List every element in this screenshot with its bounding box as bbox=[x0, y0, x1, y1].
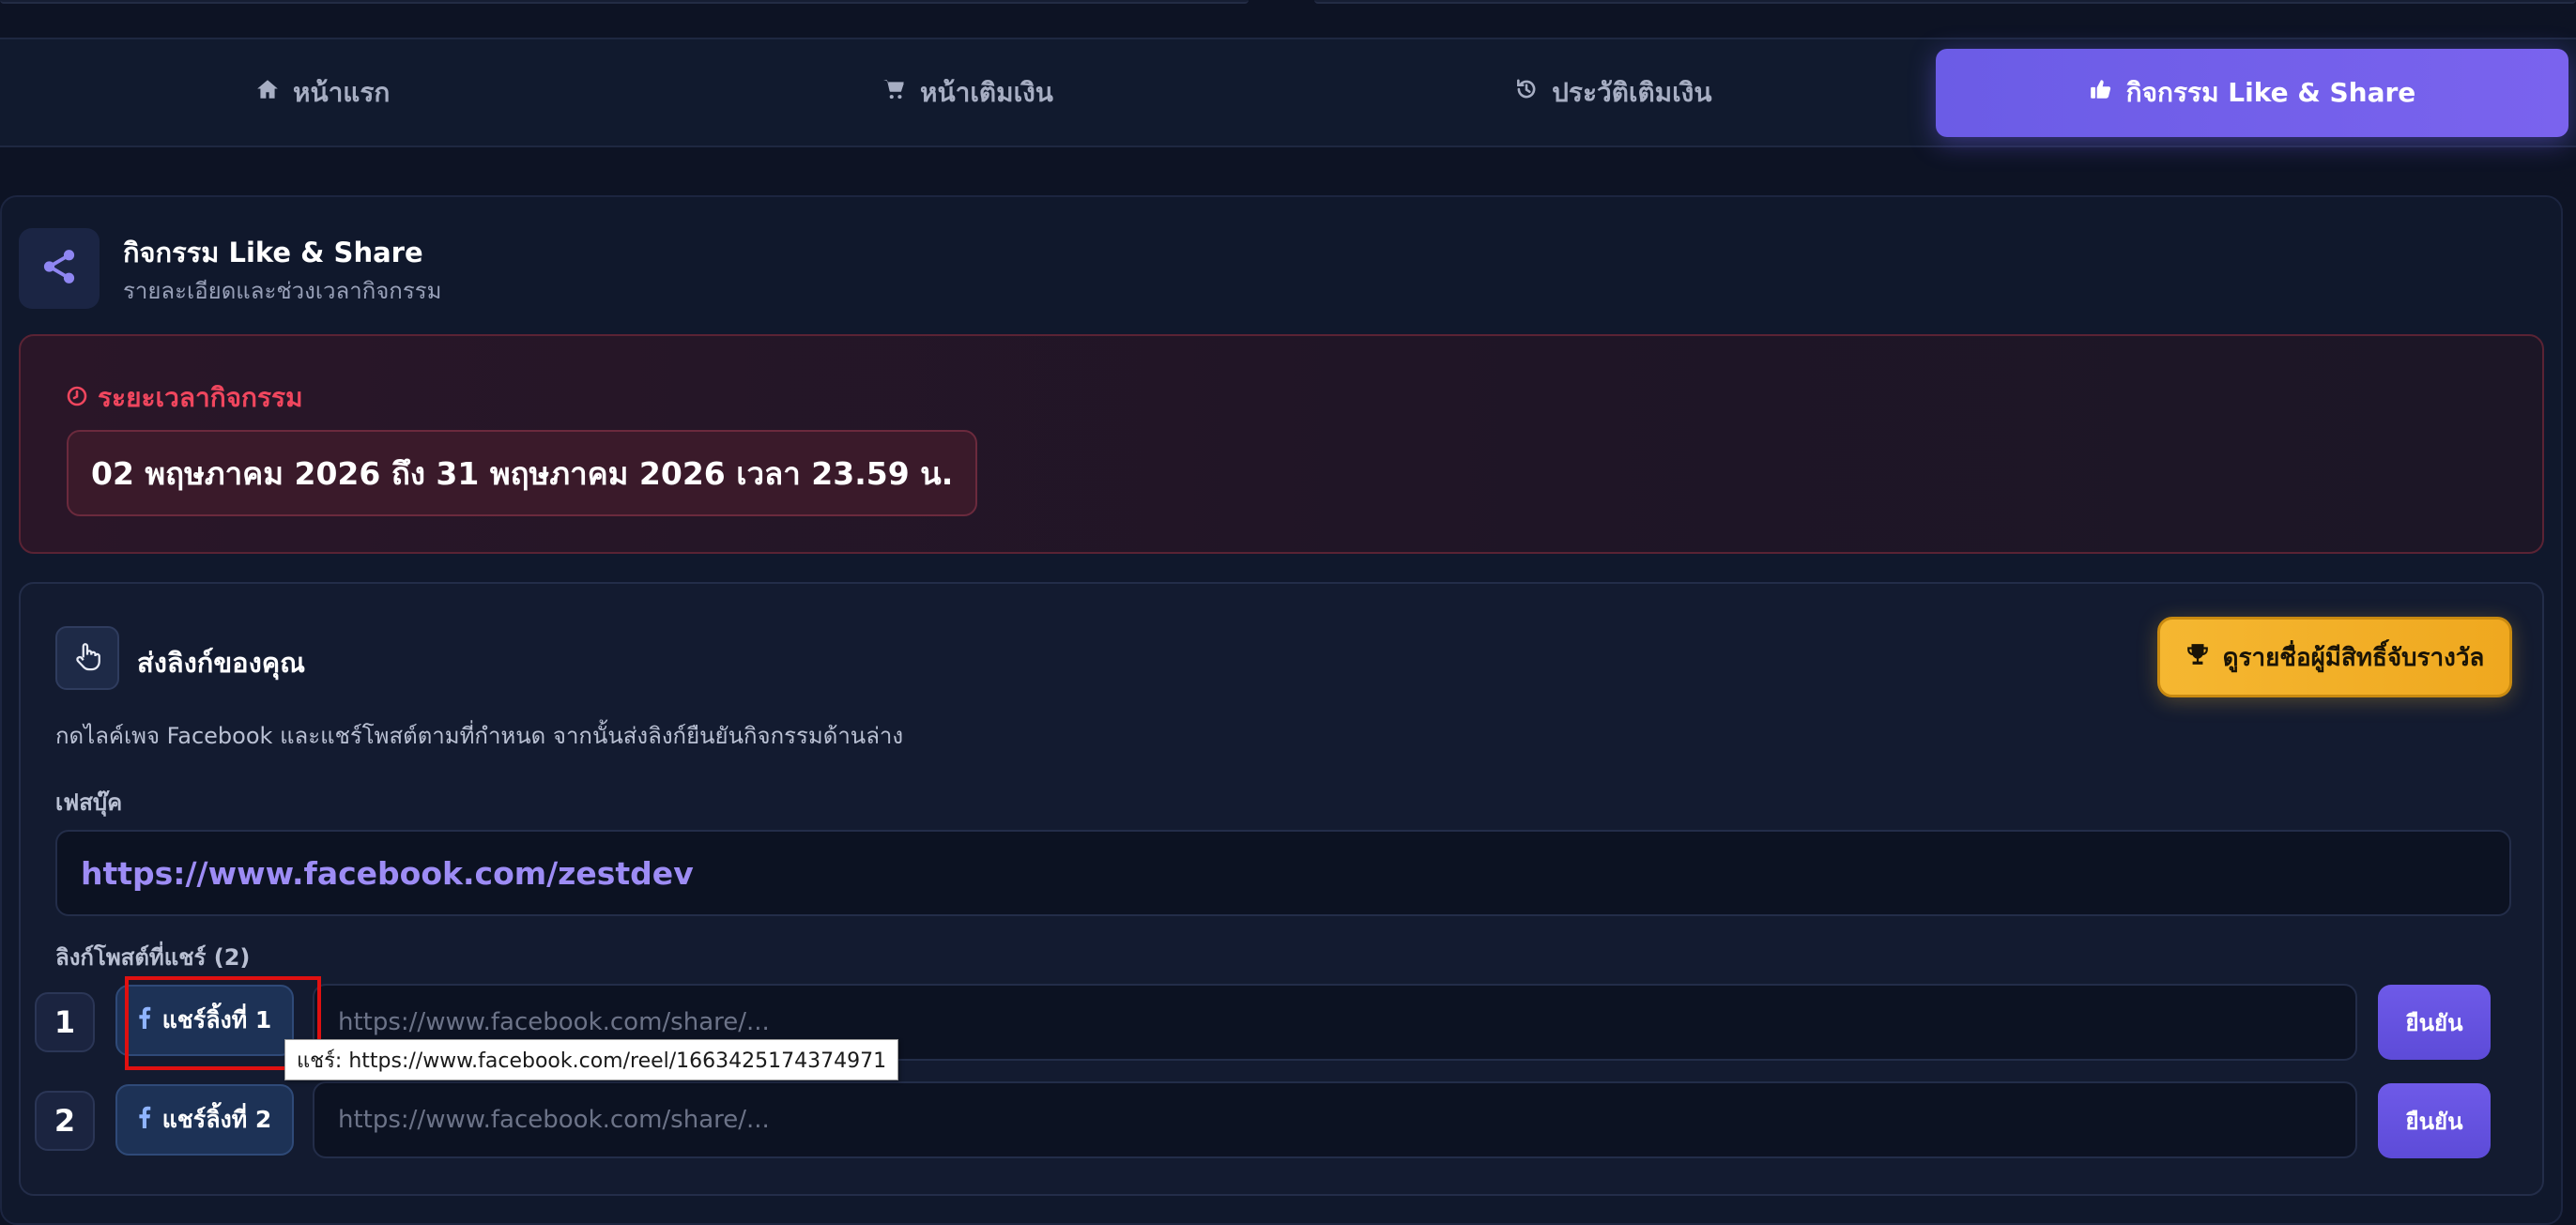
nav-item-label: หน้าแรก bbox=[292, 76, 391, 108]
facebook-icon bbox=[138, 1106, 151, 1134]
top-strip-left bbox=[0, 0, 1249, 4]
period-label: ระยะเวลากิจกรรม bbox=[66, 377, 303, 419]
share-link-tooltip: แชร์: https://www.facebook.com/reel/1663… bbox=[284, 1039, 899, 1080]
nav-item-topup[interactable]: หน้าเติมเงิน bbox=[645, 49, 1290, 137]
top-strip-right bbox=[1314, 0, 2576, 4]
top-strip bbox=[0, 0, 2576, 4]
thumbs-up-icon bbox=[2089, 77, 2113, 108]
share-link-button-2[interactable]: แชร์ลิ้งที่ 2 bbox=[115, 1084, 294, 1156]
facebook-url-field[interactable]: https://www.facebook.com/zestdev bbox=[55, 830, 2511, 916]
page-title: กิจกรรม Like & Share bbox=[123, 237, 423, 268]
nav-item-like-share[interactable]: กิจกรรม Like & Share bbox=[1935, 48, 2568, 137]
card-title: ส่งลิงก์ของคุณ bbox=[137, 647, 306, 679]
confirm-button-2[interactable]: ยืนยัน bbox=[2378, 1083, 2491, 1158]
nav-item-label: กิจกรรม Like & Share bbox=[2125, 76, 2416, 108]
shared-link-input-2[interactable]: https://www.facebook.com/share/... bbox=[313, 1081, 2357, 1158]
trophy-icon bbox=[2185, 642, 2210, 673]
card-icon-box bbox=[55, 626, 119, 690]
header-icon-box bbox=[19, 228, 100, 309]
share-icon bbox=[39, 247, 79, 290]
view-winners-label: ดูรายชื่อผู้มีสิทธิ์จับรางวัล bbox=[2222, 643, 2485, 672]
period-label-text: ระยะเวลากิจกรรม bbox=[98, 382, 303, 413]
history-icon bbox=[1514, 77, 1539, 108]
nav-item-label: หน้าเติมเงิน bbox=[920, 76, 1053, 108]
confirm-button-1[interactable]: ยืนยัน bbox=[2378, 985, 2491, 1060]
row-number-2: 2 bbox=[35, 1091, 95, 1151]
main-nav: หน้าแรก หน้าเติมเงิน ประวัติเติมเงิน กิจ… bbox=[0, 38, 2576, 147]
share-link-button-1[interactable]: แชร์ลิ้งที่ 1 bbox=[115, 985, 294, 1056]
row-number-1: 1 bbox=[35, 992, 95, 1052]
nav-item-home[interactable]: หน้าแรก bbox=[0, 49, 645, 137]
share-link-label: แชร์ลิ้งที่ 2 bbox=[161, 1106, 272, 1133]
cart-icon bbox=[882, 77, 907, 108]
card-description: กดไลค์เพจ Facebook และแชร์โพสต์ตามที่กำห… bbox=[55, 723, 904, 749]
facebook-icon bbox=[138, 1006, 151, 1034]
hand-pointer-icon bbox=[71, 640, 103, 676]
nav-item-history[interactable]: ประวัติเติมเงิน bbox=[1291, 49, 1936, 137]
shared-links-label: ลิงก์โพสต์ที่แชร์ (2) bbox=[55, 944, 251, 971]
view-winners-button[interactable]: ดูรายชื่อผู้มีสิทธิ์จับรางวัล bbox=[2157, 617, 2512, 697]
nav-item-label: ประวัติเติมเงิน bbox=[1552, 76, 1712, 108]
share-link-label: แชร์ลิ้งที่ 1 bbox=[161, 1006, 272, 1034]
page-subtitle: รายละเอียดและช่วงเวลากิจกรรม bbox=[123, 278, 442, 304]
clock-icon bbox=[66, 383, 88, 414]
period-date: 02 พฤษภาคม 2026 ถึง 31 พฤษภาคม 2026 เวลา… bbox=[67, 430, 978, 516]
activity-period-box: ระยะเวลากิจกรรม 02 พฤษภาคม 2026 ถึง 31 พ… bbox=[19, 334, 2544, 554]
home-icon bbox=[255, 77, 280, 108]
facebook-label: เฟสบุ๊ค bbox=[55, 789, 123, 816]
